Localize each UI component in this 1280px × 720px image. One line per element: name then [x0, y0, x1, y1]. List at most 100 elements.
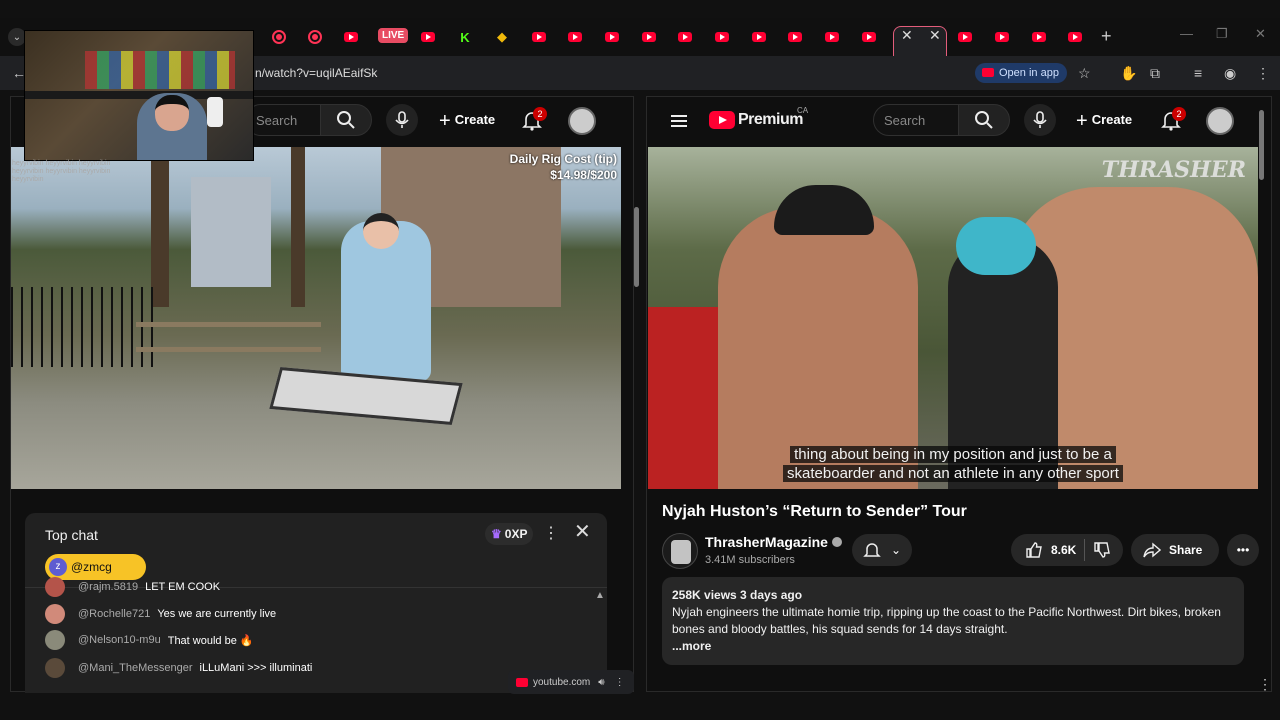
chat-avatar[interactable] — [45, 658, 65, 678]
closed-captions: thing about being in my position and jus… — [778, 445, 1128, 483]
tab-youtube[interactable] — [989, 24, 1015, 50]
open-in-app-button[interactable]: Open in app — [975, 63, 1067, 83]
chat-more-icon[interactable]: ⋮ — [543, 523, 559, 543]
more-actions-button[interactable]: ••• — [1227, 534, 1259, 566]
bookmark-star-icon[interactable]: ☆ — [1078, 65, 1091, 82]
helmet-image — [956, 217, 1036, 275]
video-player[interactable]: THRASHER thing about being in my positio… — [648, 147, 1258, 489]
plus-icon: + — [439, 110, 451, 132]
tab-youtube[interactable] — [672, 24, 698, 50]
tab-youtube[interactable] — [599, 24, 625, 50]
media-controls-icon[interactable]: ≡ — [1194, 65, 1202, 81]
youtube-icon — [532, 32, 546, 42]
chat-username[interactable]: @rajm.5819 — [78, 581, 138, 593]
tab-recording[interactable] — [266, 24, 292, 50]
chat-username[interactable]: @Rochelle721 — [78, 608, 150, 620]
live-stream-video[interactable]: Daily Rig Cost (tip) $14.98/$200 — [11, 147, 621, 489]
chat-message[interactable]: @Mani_TheMessenger iLLuMani >>> illuminat… — [45, 658, 312, 678]
tab-youtube[interactable] — [1026, 24, 1052, 50]
subscribe-notify-button[interactable]: ⌄ — [852, 534, 912, 566]
create-button[interactable]: + Create — [1076, 110, 1132, 133]
tab-recording-2[interactable] — [302, 24, 328, 50]
new-tab-button[interactable]: + — [1101, 26, 1112, 47]
open-in-app-label: Open in app — [999, 67, 1059, 79]
share-label: Share — [1169, 543, 1203, 557]
description-box[interactable]: 258K views 3 days ago Nyjah engineers th… — [662, 577, 1244, 665]
tab-youtube[interactable] — [415, 24, 441, 50]
chat-message[interactable]: @Nelson10-m9u That would be 🔥 — [45, 630, 254, 650]
tab-youtube[interactable] — [782, 24, 808, 50]
share-button[interactable]: Share — [1131, 534, 1219, 566]
kick-icon: K — [460, 29, 470, 45]
search-input[interactable]: Search — [873, 104, 959, 136]
chat-message[interactable]: @Rochelle721 Yes we are currently live — [45, 604, 276, 624]
channel-name-link[interactable]: ThrasherMagazine — [705, 534, 842, 550]
share-icon — [1143, 542, 1161, 558]
account-avatar[interactable] — [1206, 107, 1234, 135]
youtube-premium-logo[interactable]: Premium CA — [709, 106, 808, 129]
chat-username[interactable]: @Nelson10-m9u — [78, 634, 161, 646]
close-tab-icon[interactable]: ✕ — [929, 27, 941, 44]
chat-title[interactable]: Top chat — [45, 527, 98, 543]
thumbs-down-icon[interactable] — [1093, 541, 1111, 559]
cap-image — [774, 185, 874, 235]
xp-badge[interactable]: ♛ 0XP — [485, 523, 534, 545]
tab-youtube[interactable] — [338, 24, 364, 50]
verified-icon — [831, 537, 842, 547]
voice-search-button[interactable] — [1024, 104, 1056, 136]
url-field[interactable]: n/watch?v=uqilAEaifSk — [255, 66, 377, 80]
create-button[interactable]: + Create — [439, 110, 495, 133]
search-button[interactable] — [958, 104, 1010, 136]
shelf-toys-image — [85, 51, 235, 89]
minimize-icon[interactable]: — — [1180, 26, 1193, 41]
tip-overlay-title: Daily Rig Cost (tip) — [509, 152, 617, 166]
tab-youtube[interactable] — [1062, 24, 1088, 50]
caption-line-2: skateboarder and not an athlete in any o… — [783, 465, 1123, 482]
account-avatar[interactable] — [568, 107, 596, 135]
window-close-icon[interactable]: ✕ — [1255, 26, 1266, 42]
screen: ⌄ LIVE K ◆ ✕ ✕ + — ❐ ✕ ← n/watch?v=uqilA… — [0, 0, 1280, 720]
pip-more-icon[interactable]: ⋮ — [615, 677, 625, 688]
right-scrollbar[interactable] — [1259, 110, 1264, 180]
close-tab-icon[interactable]: ✕ — [901, 27, 913, 44]
left-scrollbar[interactable] — [634, 207, 639, 287]
menu-icon[interactable] — [671, 115, 687, 127]
tab-live-badge[interactable]: LIVE — [378, 28, 409, 43]
browser-menu-icon[interactable]: ⋮ — [1256, 65, 1270, 82]
chat-close-icon[interactable]: ✕ — [574, 519, 591, 544]
channel-avatar[interactable] — [662, 533, 698, 569]
youtube-icon — [982, 68, 994, 77]
search-input[interactable]: Search — [245, 104, 321, 136]
tab-youtube[interactable] — [856, 24, 882, 50]
volume-icon[interactable]: 🔊︎ — [598, 677, 604, 688]
tab-youtube[interactable] — [952, 24, 978, 50]
like-button[interactable]: 8.6K — [1025, 541, 1076, 559]
tab-youtube[interactable] — [746, 24, 772, 50]
chat-username[interactable]: @Mani_TheMessenger — [78, 662, 193, 674]
restore-icon[interactable]: ❐ — [1216, 26, 1228, 42]
tab-binance[interactable]: ◆ — [489, 24, 515, 50]
search-button[interactable] — [320, 104, 372, 136]
tab-youtube[interactable] — [526, 24, 552, 50]
extensions-puzzle-icon[interactable]: ⧉ — [1150, 65, 1160, 82]
profile-icon[interactable]: ◉ — [1224, 65, 1236, 82]
youtube-icon — [715, 32, 729, 42]
tab-youtube[interactable] — [636, 24, 662, 50]
chat-avatar[interactable] — [45, 577, 65, 597]
notification-count-badge: 2 — [533, 107, 547, 121]
pane-more-icon[interactable]: ⋮ — [1258, 676, 1272, 693]
description-text: Nyjah engineers the ultimate homie trip,… — [672, 605, 1221, 636]
tab-kick[interactable]: K — [452, 24, 478, 50]
voice-search-button[interactable] — [386, 104, 418, 136]
chat-avatar[interactable] — [45, 630, 65, 650]
chat-avatar[interactable] — [45, 604, 65, 624]
tab-youtube[interactable] — [562, 24, 588, 50]
tab-youtube[interactable] — [709, 24, 735, 50]
youtube-icon — [825, 32, 839, 42]
tab-youtube[interactable] — [819, 24, 845, 50]
chat-scroll-up-icon[interactable]: ▲ — [595, 590, 605, 601]
chat-message[interactable]: @rajm.5819 LET EM COOK — [45, 577, 220, 597]
extension-hand-icon[interactable]: ✋ — [1120, 65, 1137, 82]
search-icon — [975, 111, 993, 129]
show-more-link[interactable]: ...more — [672, 638, 1234, 655]
